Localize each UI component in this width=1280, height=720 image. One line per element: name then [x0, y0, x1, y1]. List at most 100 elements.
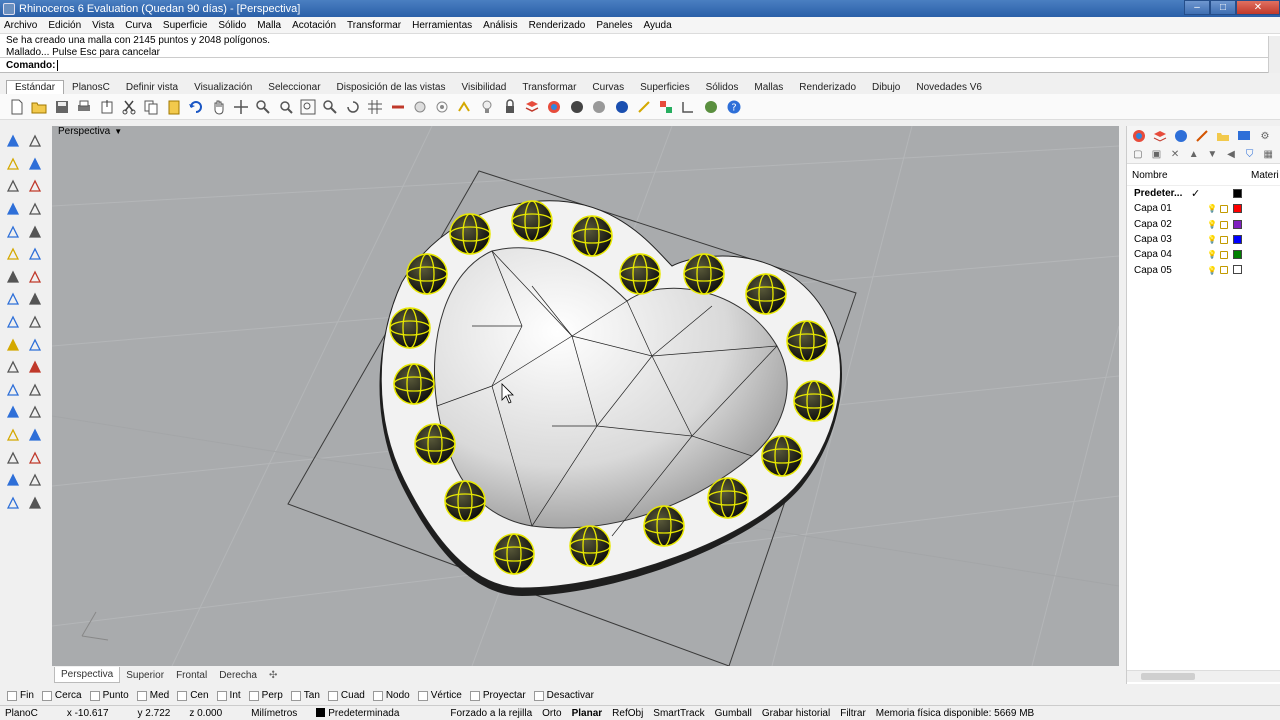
osnap-checkbox[interactable]: [216, 690, 227, 701]
zoom-extents-icon[interactable]: [299, 98, 317, 116]
move-icon[interactable]: [232, 98, 250, 116]
status-units[interactable]: Milímetros: [227, 708, 302, 719]
column-material[interactable]: Materi: [1251, 170, 1279, 181]
shaded-sphere-icon[interactable]: [568, 98, 586, 116]
maximize-button[interactable]: □: [1210, 0, 1236, 15]
tab-visualizacion[interactable]: Visualización: [186, 81, 260, 94]
perspective-viewport[interactable]: Perspectiva ▼: [52, 126, 1119, 666]
new-layer-icon[interactable]: ▢: [1131, 148, 1145, 162]
zoom-window-icon[interactable]: [277, 98, 295, 116]
new-sublayer-icon[interactable]: ▣: [1150, 148, 1164, 162]
lock-toggle-icon[interactable]: [1220, 235, 1228, 244]
viewport-tab-derecha[interactable]: Derecha: [213, 668, 263, 683]
undo-icon[interactable]: [187, 98, 205, 116]
viewport-tab-superior[interactable]: Superior: [120, 668, 170, 683]
osnap-checkbox[interactable]: [248, 690, 259, 701]
osnap-checkbox[interactable]: [417, 690, 428, 701]
hide-icon[interactable]: [433, 98, 451, 116]
osnap-cen[interactable]: Cen: [177, 690, 209, 701]
rendered-sphere-icon[interactable]: [590, 98, 608, 116]
arc-icon[interactable]: [24, 175, 46, 198]
osnap-checkbox[interactable]: [136, 690, 147, 701]
sphere-icon[interactable]: [24, 266, 46, 289]
folder-tab-icon[interactable]: [1215, 129, 1231, 143]
material-icon[interactable]: [24, 492, 46, 515]
osnap-med[interactable]: Med: [136, 690, 169, 701]
edit-points-icon[interactable]: [2, 311, 24, 334]
status-gumball[interactable]: Gumball: [710, 708, 757, 719]
layer-row[interactable]: Capa 05 💡: [1127, 262, 1280, 277]
rectangle-icon[interactable]: [2, 198, 24, 221]
visibility-bulb-icon[interactable]: 💡: [1207, 266, 1217, 275]
viewport-menu-caret-icon[interactable]: ▼: [114, 127, 122, 136]
viewport-label[interactable]: Perspectiva: [58, 126, 110, 137]
layer-color-swatch[interactable]: [1233, 219, 1242, 229]
rotate-view-icon[interactable]: [344, 98, 362, 116]
extrude-icon[interactable]: [2, 288, 24, 311]
zoom-selected-icon[interactable]: [321, 98, 339, 116]
lock-icon[interactable]: [501, 98, 519, 116]
layer-name[interactable]: Capa 02: [1134, 219, 1204, 230]
settings-tab-icon[interactable]: ⚙: [1257, 129, 1273, 143]
color-wheel-icon[interactable]: [545, 98, 563, 116]
layer-color-swatch[interactable]: [1233, 189, 1242, 198]
tab-dibujo[interactable]: Dibujo: [864, 81, 908, 94]
select-arrow-icon[interactable]: [2, 130, 24, 153]
trim-icon[interactable]: [24, 379, 46, 402]
osnap-cerca[interactable]: Cerca: [41, 690, 82, 701]
current-layer-check-icon[interactable]: ✓: [1191, 187, 1200, 200]
mesh-icon[interactable]: [24, 311, 46, 334]
lock-toggle-icon[interactable]: [1220, 251, 1228, 260]
layer-color-swatch[interactable]: [1233, 204, 1242, 214]
move-down-icon[interactable]: ▼: [1206, 148, 1220, 162]
dimension-icon[interactable]: [680, 98, 698, 116]
print-icon[interactable]: [75, 98, 93, 116]
array-icon[interactable]: [24, 333, 46, 356]
osnap-tan[interactable]: Tan: [290, 690, 320, 701]
visibility-bulb-icon[interactable]: 💡: [1207, 235, 1217, 244]
cplane-icon[interactable]: [389, 98, 407, 116]
boolean-icon[interactable]: [24, 288, 46, 311]
menu-superficie[interactable]: Superficie: [163, 20, 207, 31]
menu-archivo[interactable]: Archivo: [4, 20, 37, 31]
ellipse-icon[interactable]: [2, 220, 24, 243]
menu-acotacion[interactable]: Acotación: [292, 20, 336, 31]
layer-color-swatch[interactable]: [1233, 250, 1242, 260]
materials-tab-icon[interactable]: [1194, 129, 1210, 143]
tab-superficies[interactable]: Superficies: [632, 81, 697, 94]
osnap-desactivar[interactable]: Desactivar: [533, 690, 594, 701]
menu-paneles[interactable]: Paneles: [596, 20, 632, 31]
transform-icon[interactable]: [24, 446, 46, 469]
import-icon[interactable]: [98, 98, 116, 116]
layer-name[interactable]: Capa 03: [1134, 234, 1204, 245]
open-folder-icon[interactable]: [30, 98, 48, 116]
cylinder-icon[interactable]: [2, 333, 24, 356]
osnap-checkbox[interactable]: [290, 690, 301, 701]
history-scrollbar[interactable]: [1268, 36, 1280, 58]
circle-icon[interactable]: [2, 175, 24, 198]
render-tab-icon[interactable]: [1173, 129, 1189, 143]
block-icon[interactable]: [24, 401, 46, 424]
osnap-checkbox[interactable]: [533, 690, 544, 701]
osnap-punto[interactable]: Punto: [89, 690, 129, 701]
grid-array-icon[interactable]: [2, 446, 24, 469]
status-layer[interactable]: Predeterminada: [302, 707, 404, 719]
viewport-tab-frontal[interactable]: Frontal: [170, 668, 213, 683]
layer-color-swatch[interactable]: [1233, 265, 1242, 275]
display-tab-icon[interactable]: [1236, 129, 1252, 143]
text-icon[interactable]: [2, 356, 24, 379]
tab-curvas[interactable]: Curvas: [584, 81, 632, 94]
minimize-button[interactable]: –: [1184, 0, 1210, 15]
osnap-vertice[interactable]: Vértice: [417, 690, 462, 701]
osnap-proyectar[interactable]: Proyectar: [469, 690, 526, 701]
layer-name[interactable]: Capa 04: [1134, 249, 1204, 260]
render-sphere-icon[interactable]: [613, 98, 631, 116]
add-viewport-icon[interactable]: ✣: [263, 668, 283, 683]
viewport-title[interactable]: Perspectiva ▼: [58, 126, 122, 137]
light-bulb-icon[interactable]: [478, 98, 496, 116]
globe-icon[interactable]: [702, 98, 720, 116]
polyline-icon[interactable]: [2, 153, 24, 176]
tab-solidos[interactable]: Sólidos: [698, 81, 747, 94]
close-button[interactable]: ✕: [1236, 0, 1280, 15]
join-icon[interactable]: [24, 424, 46, 447]
